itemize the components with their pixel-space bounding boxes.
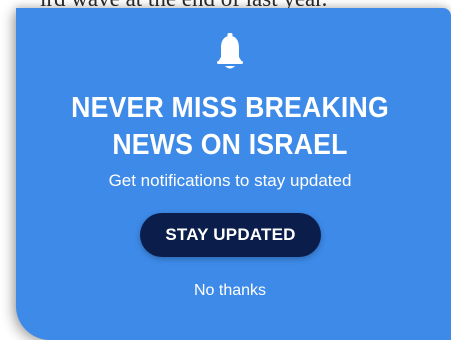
- notification-opt-in-popup: NEVER MISS BREAKING NEWS ON ISRAEL Get n…: [16, 8, 451, 340]
- stay-updated-button[interactable]: STAY UPDATED: [140, 213, 321, 257]
- headline-line-2: NEWS ON ISRAEL: [112, 129, 348, 161]
- popup-subtext: Get notifications to stay updated: [108, 171, 352, 190]
- popup-headline: NEVER MISS BREAKING NEWS ON ISRAEL: [33, 90, 427, 164]
- headline-line-1: NEVER MISS BREAKING: [71, 92, 389, 124]
- bell-icon: [216, 33, 244, 71]
- no-thanks-link[interactable]: No thanks: [16, 281, 444, 301]
